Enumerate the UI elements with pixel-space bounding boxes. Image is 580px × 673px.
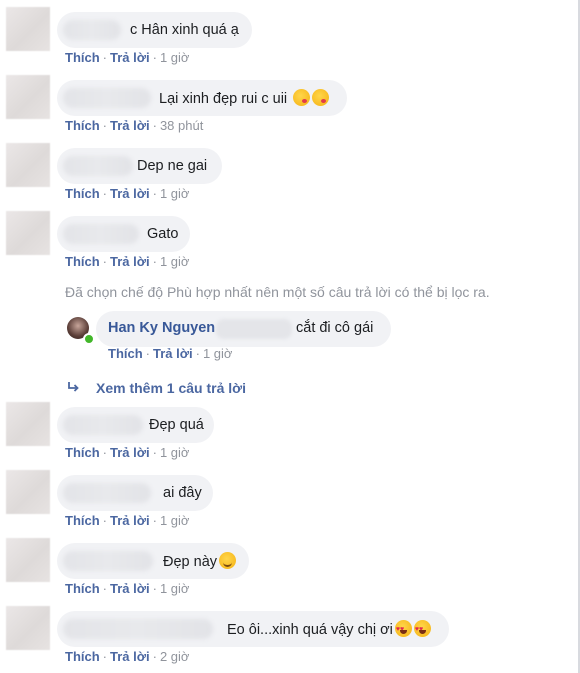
timestamp[interactable]: 1 giờ: [160, 445, 190, 460]
like-link[interactable]: Thích: [65, 118, 100, 133]
timestamp[interactable]: 1 giờ: [203, 346, 233, 361]
blurred-author-name[interactable]: [63, 88, 151, 108]
smile-emoji: [219, 552, 237, 569]
avatar[interactable]: [6, 402, 50, 446]
reply-text: cắt đi cô gái: [296, 320, 374, 336]
reply-link[interactable]: Trả lời: [110, 50, 150, 65]
comment-bubble: c Hân xinh quá ạ: [57, 12, 252, 48]
heart-eyes-emoji: [394, 620, 412, 639]
comment-text: c Hân xinh quá ạ: [130, 22, 239, 38]
online-status-dot: [83, 333, 95, 345]
comment-text: Eo ôi...xinh quá vậy chị ơi: [227, 620, 431, 639]
reply-bubble: Han Ky Nguyen cắt đi cô gái: [96, 311, 391, 347]
reply-link[interactable]: Trả lời: [110, 254, 150, 269]
avatar[interactable]: [6, 75, 50, 119]
avatar[interactable]: [6, 7, 50, 51]
kiss-emoji: [312, 89, 330, 106]
blurred-author-name[interactable]: [63, 483, 151, 503]
comment-actions: Thích · Trả lời · 1 giờ: [65, 186, 190, 201]
comment-actions: Thích · Trả lời · 38 phút: [65, 118, 204, 133]
reply-link[interactable]: Trả lời: [110, 581, 150, 596]
comment-actions: Thích · Trả lời · 2 giờ: [65, 649, 190, 664]
comment-actions: Thích · Trả lời · 1 giờ: [65, 445, 190, 460]
comment-bubble: Lại xinh đẹp rui c uii: [57, 80, 347, 116]
view-more-replies-link[interactable]: Xem thêm 1 câu trả lời: [68, 380, 246, 396]
timestamp[interactable]: 2 giờ: [160, 649, 190, 664]
blurred-author-name[interactable]: [63, 619, 213, 639]
blurred-author-name[interactable]: [63, 20, 121, 40]
filter-notice: Đã chọn chế độ Phù hợp nhất nên một số c…: [65, 284, 490, 300]
timestamp[interactable]: 1 giờ: [160, 254, 190, 269]
reply-actions: Thích · Trả lời · 1 giờ: [108, 346, 233, 361]
like-link[interactable]: Thích: [65, 254, 100, 269]
comment-text: Đẹp này: [163, 552, 237, 571]
comment-actions: Thích · Trả lời · 1 giờ: [65, 50, 190, 65]
comment-text: Gato: [147, 226, 179, 242]
avatar[interactable]: [6, 606, 50, 650]
comment-bubble: Dep ne gai: [57, 148, 222, 184]
comment-text: Lại xinh đẹp rui c uii: [159, 89, 330, 108]
like-link[interactable]: Thích: [65, 581, 100, 596]
avatar[interactable]: [6, 470, 50, 514]
comment-actions: Thích · Trả lời · 1 giờ: [65, 254, 190, 269]
reply-arrow-icon: [68, 380, 82, 396]
comment-text: Dep ne gai: [137, 158, 208, 174]
comment-bubble: Gato: [57, 216, 190, 252]
timestamp[interactable]: 38 phút: [160, 118, 203, 133]
kiss-emoji: [293, 89, 311, 106]
comment-bubble: Eo ôi...xinh quá vậy chị ơi: [57, 611, 449, 647]
blurred-author-name[interactable]: [63, 224, 139, 244]
blurred-author-name[interactable]: [63, 156, 133, 176]
avatar[interactable]: [6, 211, 50, 255]
comment-text: ai đây: [163, 485, 202, 501]
blurred-author-name[interactable]: [63, 415, 143, 435]
reply-link[interactable]: Trả lời: [153, 346, 193, 361]
like-link[interactable]: Thích: [65, 50, 100, 65]
timestamp[interactable]: 1 giờ: [160, 186, 190, 201]
reply-link[interactable]: Trả lời: [110, 445, 150, 460]
blurred-tagged-name[interactable]: [216, 319, 292, 339]
reply-link[interactable]: Trả lời: [110, 118, 150, 133]
reply-author-name[interactable]: Han Ky Nguyen: [108, 320, 215, 336]
like-link[interactable]: Thích: [108, 346, 143, 361]
timestamp[interactable]: 1 giờ: [160, 513, 190, 528]
avatar[interactable]: [6, 538, 50, 582]
reply-link[interactable]: Trả lời: [110, 513, 150, 528]
comment-text: Đẹp quá: [149, 417, 204, 433]
blurred-author-name[interactable]: [63, 551, 153, 571]
like-link[interactable]: Thích: [65, 445, 100, 460]
reply-link[interactable]: Trả lời: [110, 649, 150, 664]
timestamp[interactable]: 1 giờ: [160, 581, 190, 596]
view-more-replies-label: Xem thêm 1 câu trả lời: [96, 380, 247, 396]
reply-link[interactable]: Trả lời: [110, 186, 150, 201]
comment-bubble: Đẹp quá: [57, 407, 214, 443]
like-link[interactable]: Thích: [65, 513, 100, 528]
comment-bubble: Đẹp này: [57, 543, 249, 579]
comment-actions: Thích · Trả lời · 1 giờ: [65, 513, 190, 528]
heart-eyes-emoji: [413, 620, 431, 639]
like-link[interactable]: Thích: [65, 186, 100, 201]
avatar[interactable]: [6, 143, 50, 187]
comment-actions: Thích · Trả lời · 1 giờ: [65, 581, 190, 596]
timestamp[interactable]: 1 giờ: [160, 50, 190, 65]
comment-bubble: ai đây: [57, 475, 213, 511]
like-link[interactable]: Thích: [65, 649, 100, 664]
